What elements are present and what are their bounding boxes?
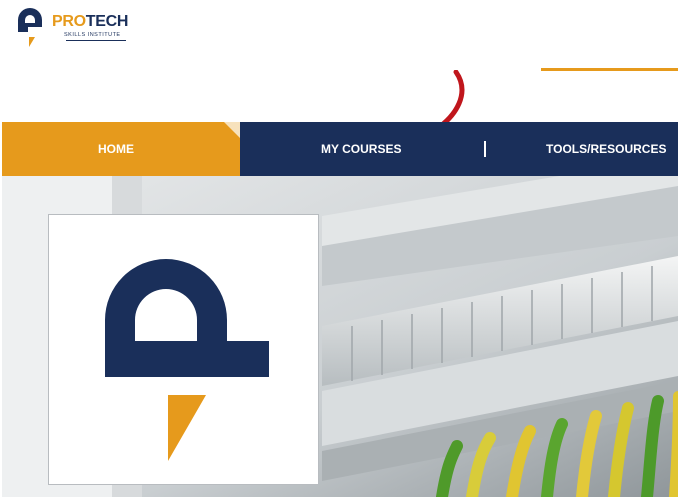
main-nav: HOME MY COURSES TOOLS/RESOURCES: [2, 122, 678, 176]
header-accent-rule: [541, 68, 678, 71]
hero-banner: [2, 176, 678, 497]
logo-tagline: SKILLS INSTITUTE: [64, 32, 121, 38]
protech-logo-mark-icon: [105, 259, 269, 461]
hero-logo-card: [48, 214, 319, 485]
protech-logo-mark-icon: [18, 8, 42, 47]
nav-home-corner-fold: [224, 122, 240, 138]
page: PROTECH SKILLS INSTITUTE HOME MY COURSES…: [0, 0, 678, 497]
site-logo[interactable]: PROTECH SKILLS INSTITUTE: [14, 6, 134, 56]
nav-item-home[interactable]: HOME: [2, 122, 240, 176]
nav-separator: [484, 141, 486, 157]
nav-item-home-label[interactable]: HOME: [98, 142, 134, 156]
nav-item-my-courses[interactable]: MY COURSES: [321, 142, 401, 156]
logo-wordmark: PROTECH: [52, 13, 129, 30]
logo-swoosh: [66, 40, 126, 41]
nav-item-tools-resources[interactable]: TOOLS/RESOURCES: [546, 142, 666, 156]
